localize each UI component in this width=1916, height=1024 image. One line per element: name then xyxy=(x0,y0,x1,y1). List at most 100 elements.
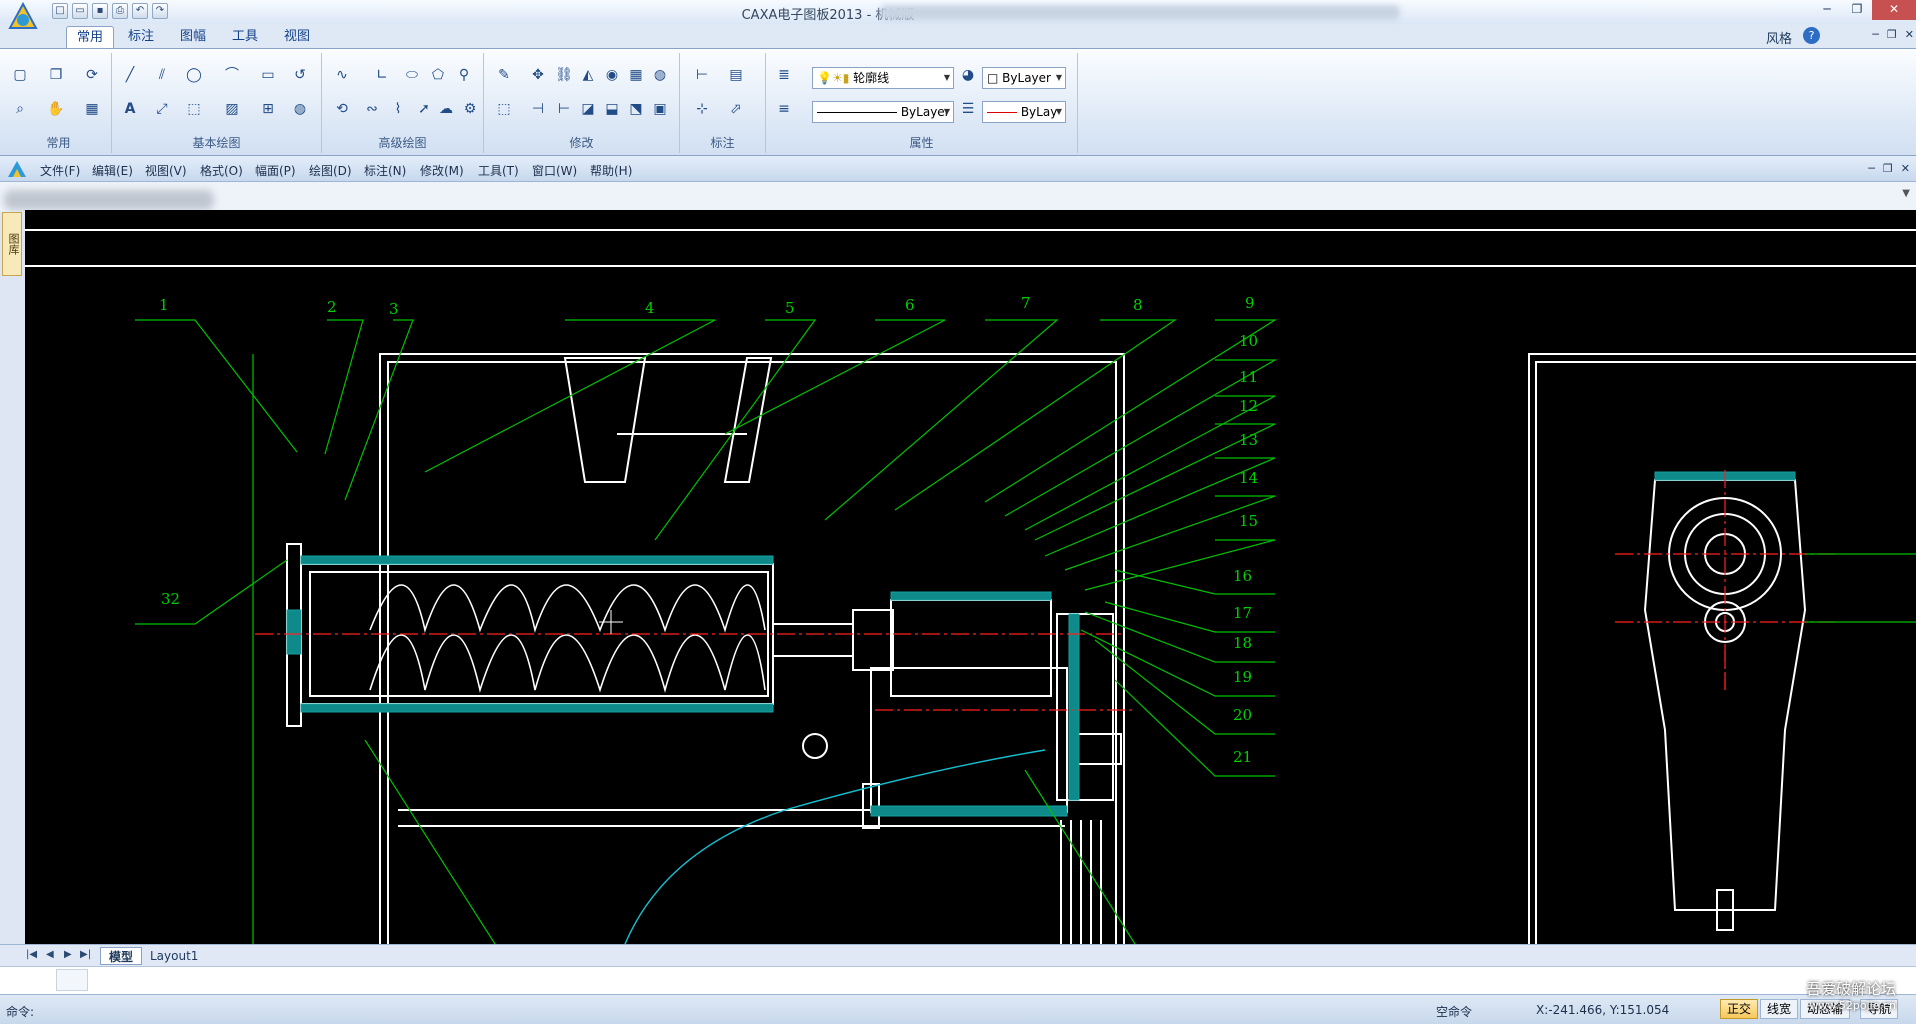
polyline-icon[interactable]: ↺ xyxy=(290,65,310,85)
gear-icon[interactable]: ⚙ xyxy=(460,99,480,119)
dim-style-icon[interactable]: ▤ xyxy=(726,65,746,85)
mirror-icon[interactable]: ◭ xyxy=(578,65,598,85)
array-icon[interactable]: ▦ xyxy=(626,65,646,85)
lineweight-select[interactable]: ByLay ▼ xyxy=(982,101,1066,123)
style-menu[interactable]: 风格 xyxy=(1766,28,1792,47)
select-icon[interactable]: ⬚ xyxy=(494,99,514,119)
color-select[interactable]: □ ByLayer ▼ xyxy=(982,67,1066,89)
library-side-tab[interactable]: 图库 xyxy=(2,212,22,276)
ribbon-minimize-icon[interactable]: ─ xyxy=(1872,28,1879,41)
zoom-icon[interactable]: ⌕ xyxy=(10,99,30,119)
ribbon-close-icon[interactable]: ✕ xyxy=(1905,28,1914,41)
layer-select[interactable]: 💡☀▮ 轮廓线 ▼ xyxy=(812,67,954,89)
menu-tools[interactable]: 工具(T) xyxy=(478,162,519,179)
refresh-icon[interactable]: ⟳ xyxy=(82,65,102,85)
break-line-icon[interactable]: ⌇ xyxy=(388,99,408,119)
rotate-icon[interactable]: ◉ xyxy=(602,65,622,85)
stretch-icon[interactable]: ⬓ xyxy=(602,99,622,119)
region-icon[interactable]: ◍ xyxy=(290,99,310,119)
drawing-canvas[interactable]: 1 2 3 4 5 6 7 8 9 10 11 12 13 14 15 16 1… xyxy=(25,210,1916,944)
maximize-icon[interactable]: ❐ xyxy=(1842,0,1872,20)
menu-sheet[interactable]: 幅面(P) xyxy=(255,162,296,179)
rotate-draw-icon[interactable]: ⟲ xyxy=(332,99,352,119)
next-layout-icon[interactable]: ▶ xyxy=(64,949,72,960)
menu-file[interactable]: 文件(F) xyxy=(40,162,80,179)
tab-dimension[interactable]: 标注 xyxy=(118,26,164,48)
lineweight-icon[interactable]: ≡ xyxy=(774,99,794,119)
linear-dim-icon[interactable]: ⊢ xyxy=(692,65,712,85)
command-prompt[interactable]: 命令: xyxy=(6,1003,34,1020)
ortho-toggle[interactable]: 正交 xyxy=(1720,999,1759,1019)
spline-icon[interactable]: ∿ xyxy=(332,65,352,85)
linetype-select[interactable]: ByLayer ▼ xyxy=(812,101,954,123)
command-window xyxy=(0,966,1916,994)
table-icon[interactable]: ⊞ xyxy=(258,99,278,119)
menu-modify[interactable]: 修改(M) xyxy=(420,162,464,179)
offset-icon[interactable]: ◍ xyxy=(650,65,670,85)
new-icon[interactable]: ▢ xyxy=(10,65,30,85)
coord-dim-icon[interactable]: ⊹ xyxy=(692,99,712,119)
link-icon[interactable]: ⛓ xyxy=(554,65,574,85)
minimize-icon[interactable]: ─ xyxy=(1812,0,1842,20)
properties-icon[interactable]: ▦ xyxy=(82,99,102,119)
move-icon[interactable]: ✥ xyxy=(528,65,548,85)
explode-icon[interactable]: ▣ xyxy=(650,99,670,119)
rectangle-icon[interactable]: ▭ xyxy=(258,65,278,85)
lineweight-toggle[interactable]: 线宽 xyxy=(1760,999,1799,1019)
line-icon[interactable]: ╱ xyxy=(120,65,140,85)
tab-sheet[interactable]: 图幅 xyxy=(170,26,216,48)
app-menu-icon[interactable] xyxy=(6,159,28,179)
extend-icon[interactable]: ⊢ xyxy=(554,99,574,119)
tab-view[interactable]: 视图 xyxy=(274,26,320,48)
cloud-icon[interactable]: ☁ xyxy=(436,99,456,119)
parallel-line-icon[interactable]: ⫽ xyxy=(152,65,172,85)
wave-icon[interactable]: ∾ xyxy=(362,99,382,119)
block-icon[interactable]: ⬚ xyxy=(184,99,204,119)
hole-icon[interactable]: ⚲ xyxy=(454,65,474,85)
erase-icon[interactable]: ✎ xyxy=(494,65,514,85)
doc-restore-icon[interactable]: ❐ xyxy=(1883,162,1893,175)
tab-common[interactable]: 常用 xyxy=(66,26,115,48)
linetype-icon[interactable]: ☰ xyxy=(958,99,978,119)
polygon-icon[interactable]: ⬠ xyxy=(428,65,448,85)
tab-list-chevron-icon[interactable]: ▼ xyxy=(1902,188,1910,199)
scale-icon[interactable]: ⬔ xyxy=(626,99,646,119)
doc-close-icon[interactable]: ✕ xyxy=(1901,162,1910,175)
doc-minimize-icon[interactable]: ─ xyxy=(1868,162,1875,175)
center-line-icon[interactable]: ⤢ xyxy=(152,99,172,119)
first-layout-icon[interactable]: |◀ xyxy=(26,949,37,960)
command-history-box[interactable] xyxy=(56,969,88,991)
ellipse-icon[interactable]: ⬭ xyxy=(402,65,422,85)
menu-view[interactable]: 视图(V) xyxy=(145,162,187,179)
prev-layout-icon[interactable]: ◀ xyxy=(46,949,54,960)
help-icon[interactable]: ? xyxy=(1803,27,1820,44)
menu-dimension[interactable]: 标注(N) xyxy=(364,162,406,179)
ribbon-restore-icon[interactable]: ❐ xyxy=(1887,28,1897,41)
redacted-document-tab[interactable] xyxy=(4,190,214,210)
color-wheel-icon[interactable]: ◕ xyxy=(958,65,978,85)
menu-draw[interactable]: 绘图(D) xyxy=(309,162,352,179)
arc-icon[interactable]: ⌒ xyxy=(222,65,242,85)
trim-icon[interactable]: ⊣ xyxy=(528,99,548,119)
copy-icon[interactable]: ❐ xyxy=(46,65,66,85)
circle-icon[interactable]: ◯ xyxy=(184,65,204,85)
pan-icon[interactable]: ✋ xyxy=(46,99,66,119)
callout-4: 4 xyxy=(645,299,655,317)
text-icon[interactable]: A xyxy=(120,99,140,119)
tab-model[interactable]: 模型 xyxy=(100,947,143,965)
tab-tools[interactable]: 工具 xyxy=(222,26,268,48)
arrow-icon[interactable]: ➚ xyxy=(414,99,434,119)
menu-window[interactable]: 窗口(W) xyxy=(532,162,577,179)
hatch-icon[interactable]: ▨ xyxy=(222,99,242,119)
menu-format[interactable]: 格式(O) xyxy=(200,162,243,179)
tab-layout1[interactable]: Layout1 xyxy=(142,947,206,965)
menu-help[interactable]: 帮助(H) xyxy=(590,162,632,179)
close-icon[interactable]: ✕ xyxy=(1872,0,1916,20)
layer-manager-icon[interactable]: ≣ xyxy=(774,65,794,85)
menu-edit[interactable]: 编辑(E) xyxy=(92,162,133,179)
last-layout-icon[interactable]: ▶| xyxy=(80,949,91,960)
leader-icon[interactable]: ⬀ xyxy=(726,99,746,119)
callout-14: 14 xyxy=(1239,469,1258,487)
chamfer-icon[interactable]: ◪ xyxy=(578,99,598,119)
fillet-icon[interactable]: ∟ xyxy=(372,65,392,85)
